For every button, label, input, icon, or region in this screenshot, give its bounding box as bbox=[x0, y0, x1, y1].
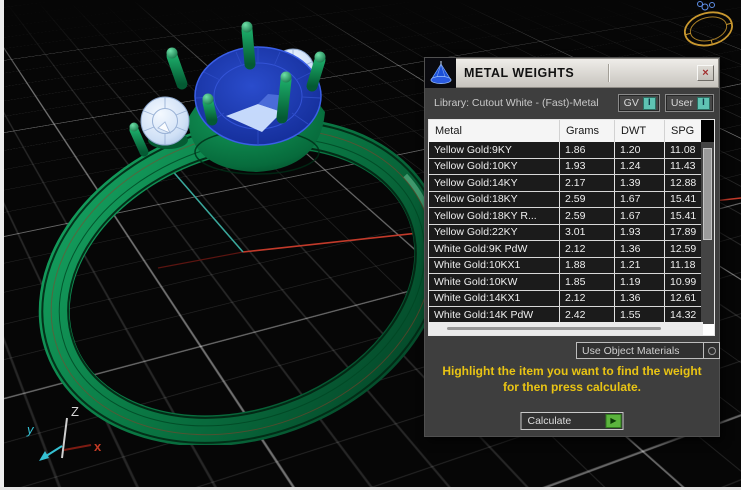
circle-icon bbox=[707, 346, 716, 355]
table-cell: 1.39 bbox=[615, 175, 665, 191]
table-row[interactable]: Yellow Gold:10KY 1.93 1.24 11.43 bbox=[429, 158, 703, 175]
table-cell: White Gold:9K PdW bbox=[429, 241, 560, 257]
table-cell: 15.41 bbox=[670, 193, 697, 206]
window-edge-left bbox=[0, 0, 4, 490]
metal-weights-table: Metal Grams DWT SPG Yellow Gold:9KY 1.86 1… bbox=[428, 119, 715, 336]
table-cell: Yellow Gold:9KY bbox=[429, 142, 560, 158]
table-cell: 1.36 bbox=[615, 241, 665, 257]
scrollbar-corner bbox=[701, 120, 714, 142]
table-cell: 2.59 bbox=[560, 191, 615, 207]
table-cell: Yellow Gold:14KY bbox=[429, 175, 560, 191]
materials-dropdown[interactable]: Use Object Materials bbox=[576, 342, 720, 359]
table-cell: 12.88 bbox=[670, 176, 697, 189]
metal-table-body: Yellow Gold:9KY 1.86 1.20 11.08 Yellow Gold:… bbox=[429, 142, 703, 324]
table-cell: Yellow Gold:22KY bbox=[429, 224, 560, 240]
table-cell: 1.86 bbox=[560, 142, 615, 158]
table-row[interactable]: White Gold:9K PdW 2.12 1.36 12.59 bbox=[429, 241, 703, 258]
table-cell: 1.20 bbox=[615, 142, 665, 158]
table-row[interactable]: Yellow Gold:14KY 2.17 1.39 12.88 bbox=[429, 175, 703, 192]
table-cell: 17.89 bbox=[670, 226, 697, 239]
table-cell: 1.88 bbox=[560, 257, 615, 273]
table-cell: 14.32 bbox=[670, 308, 697, 321]
library-label: Library: Cutout White - (Fast)-Metal bbox=[434, 97, 599, 109]
dialog-titlebar[interactable]: METAL WEIGHTS × bbox=[425, 58, 719, 88]
table-cell: 1.55 bbox=[615, 307, 665, 323]
vertical-scrollbar[interactable] bbox=[701, 120, 714, 324]
materials-dropdown-value: Use Object Materials bbox=[582, 344, 680, 357]
table-cell: White Gold:14KX1 bbox=[429, 290, 560, 306]
table-cell: 12.59 bbox=[670, 242, 697, 255]
column-header-spg: SPG bbox=[671, 125, 695, 137]
table-cell: 1.21 bbox=[615, 257, 665, 273]
table-cell: 1.93 bbox=[615, 224, 665, 240]
table-header: Metal Grams DWT SPG bbox=[429, 120, 703, 142]
metal-weights-dialog: METAL WEIGHTS × Library: Cutout White - … bbox=[424, 57, 720, 437]
table-cell: 3.01 bbox=[560, 224, 615, 240]
table-row[interactable]: Yellow Gold:22KY 3.01 1.93 17.89 bbox=[429, 224, 703, 241]
table-cell: 11.18 bbox=[670, 259, 696, 272]
table-cell: 1.93 bbox=[560, 158, 615, 174]
dialog-title: METAL WEIGHTS bbox=[464, 66, 575, 80]
table-cell: 2.17 bbox=[560, 175, 615, 191]
table-row[interactable]: White Gold:10KW 1.85 1.19 10.99 bbox=[429, 274, 703, 291]
table-cell: Yellow Gold:10KY bbox=[429, 158, 560, 174]
table-row[interactable]: Yellow Gold:18KY 2.59 1.67 15.41 bbox=[429, 191, 703, 208]
table-cell: 1.67 bbox=[615, 208, 665, 224]
titlebar-divider bbox=[608, 64, 610, 82]
close-icon[interactable]: × bbox=[697, 65, 714, 81]
gv-button[interactable]: GV I bbox=[617, 94, 660, 112]
table-cell: White Gold:10KX1 bbox=[429, 257, 560, 273]
table-cell: 2.12 bbox=[560, 241, 615, 257]
table-cell: 1.24 bbox=[615, 158, 665, 174]
table-cell: 2.42 bbox=[560, 307, 615, 323]
table-cell: White Gold:10KW bbox=[429, 274, 560, 290]
table-row[interactable]: Yellow Gold:18KY R... 2.59 1.67 15.41 bbox=[429, 208, 703, 225]
table-cell: 10.99 bbox=[670, 275, 697, 288]
column-header-grams: Grams bbox=[560, 120, 615, 142]
user-button[interactable]: User I bbox=[664, 94, 714, 112]
hscroll-thumb[interactable] bbox=[447, 327, 661, 330]
table-cell: 1.85 bbox=[560, 274, 615, 290]
table-cell: 1.67 bbox=[615, 191, 665, 207]
table-row[interactable]: White Gold:14KX1 2.12 1.36 12.61 bbox=[429, 290, 703, 307]
table-cell: 15.41 bbox=[670, 209, 697, 222]
dropdown-button[interactable] bbox=[703, 343, 719, 358]
horizontal-scrollbar[interactable] bbox=[429, 322, 703, 335]
table-row[interactable]: Yellow Gold:9KY 1.86 1.20 11.08 bbox=[429, 142, 703, 159]
table-cell: 11.43 bbox=[670, 160, 696, 173]
table-cell: 1.19 bbox=[615, 274, 665, 290]
application-window: y Z x METAL WEIGHTS × Library: Cutout Wh… bbox=[0, 0, 741, 490]
calculate-button[interactable]: Calculate ▶ bbox=[520, 412, 624, 430]
gv-toggle-icon: I bbox=[642, 96, 656, 110]
table-cell: 1.36 bbox=[615, 290, 665, 306]
vscroll-thumb[interactable] bbox=[703, 148, 712, 240]
table-cell: 12.61 bbox=[670, 292, 697, 305]
table-cell: White Gold:14K PdW bbox=[429, 307, 560, 323]
table-cell: Yellow Gold:18KY bbox=[429, 191, 560, 207]
table-cell: 2.59 bbox=[560, 208, 615, 224]
column-header-metal: Metal bbox=[429, 120, 560, 142]
gem-cone-icon bbox=[425, 58, 456, 88]
table-row[interactable]: White Gold:10KX1 1.88 1.21 11.18 bbox=[429, 257, 703, 274]
user-toggle-icon: I bbox=[697, 96, 710, 110]
calculate-label: Calculate bbox=[527, 415, 572, 427]
table-cell: 2.12 bbox=[560, 290, 615, 306]
table-cell: 11.08 bbox=[670, 143, 696, 156]
column-header-dwt: DWT bbox=[615, 120, 665, 142]
hint-text: Highlight the item you want to find the … bbox=[442, 364, 702, 394]
table-cell: Yellow Gold:18KY R... bbox=[429, 208, 560, 224]
calculate-arrow-icon: ▶ bbox=[605, 414, 622, 428]
